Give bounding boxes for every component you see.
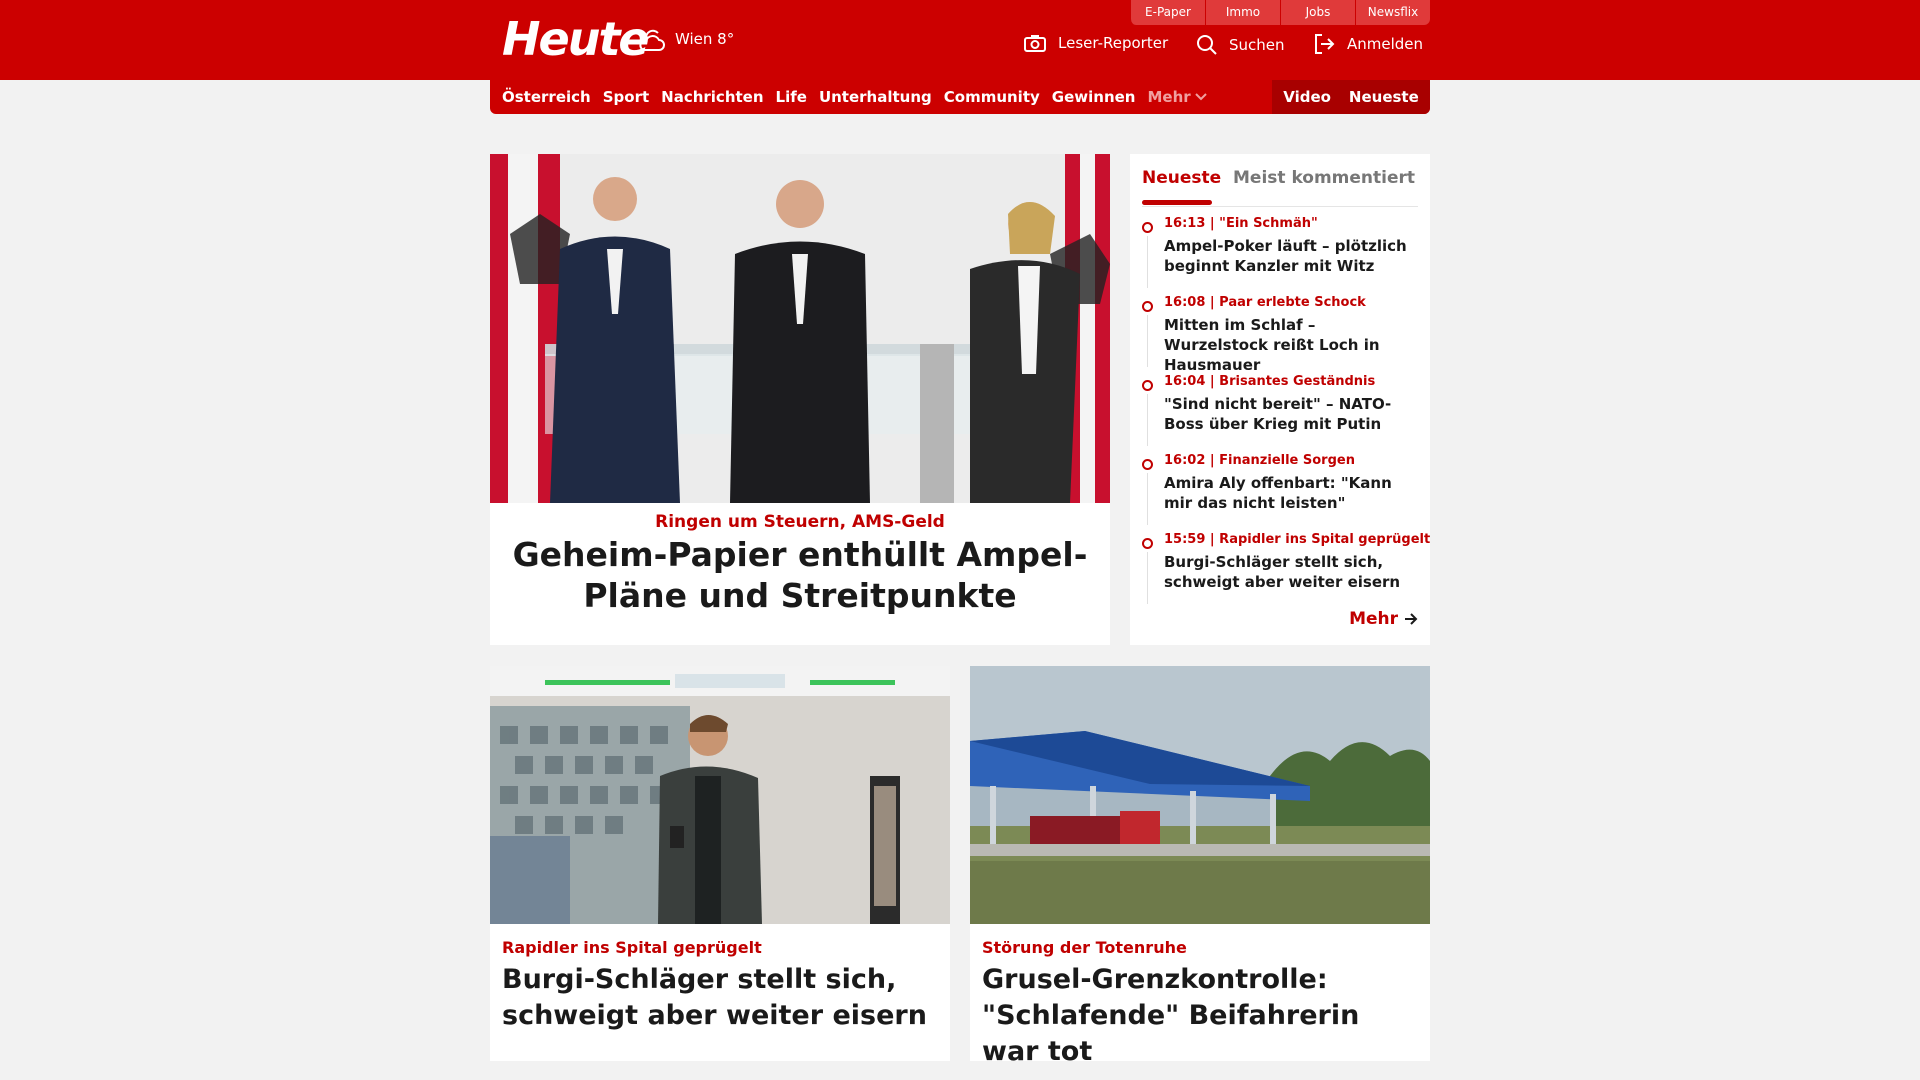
article-card[interactable]: Störung der Totenruhe Grusel-Grenzkontro… — [970, 666, 1430, 1067]
list-item-meta: 16:02 | Finanzielle Sorgen — [1164, 453, 1355, 468]
article-card-image[interactable] — [490, 666, 950, 924]
login-label: Anmelden — [1347, 35, 1424, 53]
timeline-dot — [1142, 222, 1153, 233]
list-item-meta: 16:04 | Brisantes Geständnis — [1164, 374, 1376, 389]
article-card-image[interactable] — [970, 666, 1430, 924]
weather-widget[interactable]: Wien 8° — [637, 26, 734, 52]
timeline-line — [1147, 315, 1148, 367]
camera-icon — [1024, 35, 1046, 52]
timeline-dot — [1142, 459, 1153, 470]
sidebar-tabs: Neueste Meist kommentiert — [1142, 162, 1418, 207]
nav-item-gewinnen[interactable]: Gewinnen — [1052, 88, 1136, 106]
nav-more-dropdown[interactable]: Mehr — [1147, 88, 1207, 106]
article-card-kicker: Rapidler ins Spital geprügelt — [502, 938, 762, 957]
nav-item-unterhaltung[interactable]: Unterhaltung — [819, 88, 932, 106]
tab-neueste[interactable]: Neueste — [1142, 168, 1221, 188]
timeline-dot — [1142, 301, 1153, 312]
active-tab-indicator — [1142, 200, 1212, 205]
article-card-kicker: Störung der Totenruhe — [982, 938, 1187, 957]
tab-immo[interactable]: Immo — [1205, 0, 1280, 25]
timeline-line — [1147, 473, 1148, 525]
lead-article[interactable]: Ringen um Steuern, AMS-Geld Geheim-Papie… — [490, 154, 1110, 645]
nav-neueste[interactable]: Neueste — [1349, 88, 1419, 106]
tab-meist-kommentiert[interactable]: Meist kommentiert — [1233, 168, 1415, 188]
search-link[interactable]: Suchen — [1196, 34, 1285, 55]
lead-article-image[interactable] — [490, 154, 1110, 503]
search-icon — [1197, 35, 1217, 55]
nav-video[interactable]: Video — [1283, 88, 1331, 106]
weather-text: Wien 8° — [675, 30, 735, 48]
leser-reporter-label: Leser-Reporter — [1058, 34, 1169, 52]
chevron-down-icon — [1194, 93, 1207, 101]
article-card-title[interactable]: Burgi-Schläger stellt sich, schweigt abe… — [502, 962, 938, 1034]
list-item-title[interactable]: Mitten im Schlaf – Wurzelstock reißt Loc… — [1164, 315, 1418, 375]
nav-item-sport[interactable]: Sport — [603, 88, 649, 106]
article-card[interactable]: Rapidler ins Spital geprügelt Burgi-Schl… — [490, 666, 950, 1061]
main-nav: Österreich Sport Nachrichten Life Unterh… — [490, 80, 1430, 114]
tab-jobs[interactable]: Jobs — [1280, 0, 1355, 25]
article-card-title[interactable]: Grusel-Grenzkontrolle: "Schlafende" Beif… — [982, 962, 1418, 1070]
search-label: Suchen — [1229, 35, 1285, 54]
timeline-line — [1147, 236, 1148, 288]
nav-item-life[interactable]: Life — [776, 88, 807, 106]
timeline-dot — [1142, 380, 1153, 391]
leser-reporter-link[interactable]: Leser-Reporter — [1024, 34, 1168, 52]
service-tabs: E-Paper Immo Jobs Newsflix — [1130, 0, 1430, 25]
login-link[interactable]: Anmelden — [1314, 34, 1423, 54]
list-item-meta: 16:13 | "Ein Schmäh" — [1164, 216, 1318, 231]
list-item-meta: 16:08 | Paar erlebte Schock — [1164, 295, 1366, 310]
nav-item-oesterreich[interactable]: Österreich — [502, 88, 591, 106]
sidebar-more-label: Mehr — [1349, 609, 1398, 629]
sidebar-more-link[interactable]: Mehr — [1349, 609, 1418, 629]
tab-newsflix[interactable]: Newsflix — [1355, 0, 1430, 25]
list-item-title[interactable]: Amira Aly offenbart: "Kann mir das nicht… — [1164, 473, 1418, 513]
lead-kicker: Ringen um Steuern, AMS-Geld — [655, 512, 945, 532]
login-icon — [1315, 34, 1335, 54]
nav-right-group: Video Neueste — [1272, 80, 1430, 114]
lead-headline[interactable]: Geheim-Papier enthüllt Ampel-Pläne und S… — [510, 534, 1090, 616]
nav-item-community[interactable]: Community — [944, 88, 1040, 106]
list-item-meta: 15:59 | Rapidler ins Spital geprügelt — [1164, 532, 1431, 547]
timeline-line — [1147, 552, 1148, 604]
cloud-sun-icon — [639, 29, 665, 51]
list-item-title[interactable]: Ampel-Poker läuft – plötzlich beginnt Ka… — [1164, 236, 1418, 276]
header-bar — [0, 0, 1920, 80]
news-sidebar: Neueste Meist kommentiert 16:13 | "Ein S… — [1130, 154, 1430, 645]
arrow-right-icon — [1405, 613, 1418, 625]
nav-more-label: Mehr — [1147, 88, 1191, 106]
timeline-dot — [1142, 538, 1153, 549]
timeline-line — [1147, 394, 1148, 446]
tab-e-paper[interactable]: E-Paper — [1130, 0, 1205, 25]
nav-item-nachrichten[interactable]: Nachrichten — [661, 88, 763, 106]
list-item-title[interactable]: "Sind nicht bereit" – NATO-Boss über Kri… — [1164, 394, 1418, 434]
heute-logo[interactable]: Heute — [502, 12, 650, 66]
list-item-title[interactable]: Burgi-Schläger stellt sich, schweigt abe… — [1164, 552, 1418, 592]
